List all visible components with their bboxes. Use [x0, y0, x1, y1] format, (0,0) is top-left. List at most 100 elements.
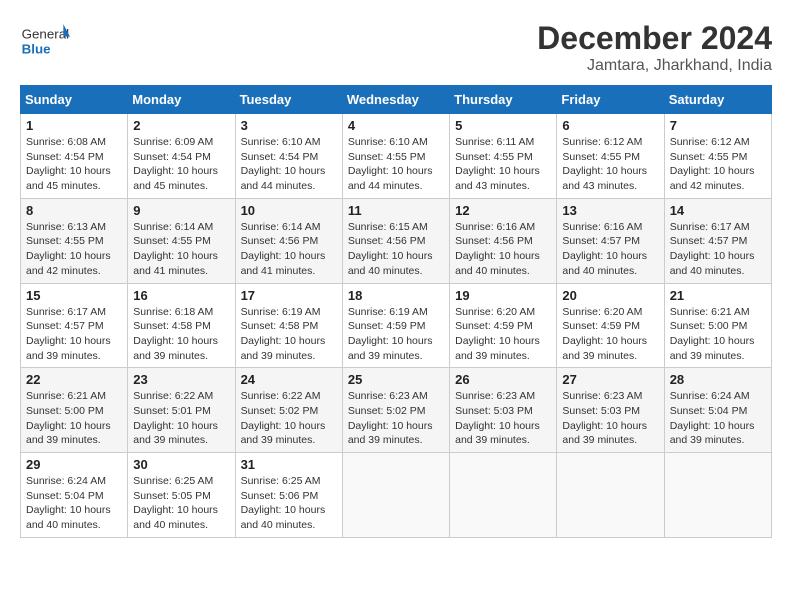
day-header-friday: Friday: [557, 86, 664, 114]
cell-details: Sunrise: 6:19 AMSunset: 4:58 PMDaylight:…: [241, 305, 337, 364]
day-number: 16: [133, 288, 229, 303]
calendar-cell: 14 Sunrise: 6:17 AMSunset: 4:57 PMDayligh…: [664, 198, 771, 283]
cell-details: Sunrise: 6:24 AMSunset: 5:04 PMDaylight:…: [26, 474, 122, 533]
cell-details: Sunrise: 6:18 AMSunset: 4:58 PMDaylight:…: [133, 305, 229, 364]
day-number: 1: [26, 118, 122, 133]
calendar-week-5: 29Sunrise: 6:24 AMSunset: 5:04 PMDayligh…: [21, 453, 772, 538]
day-number: 14: [670, 203, 766, 218]
calendar-cell: [450, 453, 557, 538]
calendar-cell: 1 Sunrise: 6:08 AMSunset: 4:54 PMDaylight…: [21, 114, 128, 199]
cell-details: Sunrise: 6:12 AMSunset: 4:55 PMDaylight:…: [670, 135, 766, 194]
cell-details: Sunrise: 6:20 AMSunset: 4:59 PMDaylight:…: [562, 305, 658, 364]
cell-details: Sunrise: 6:10 AMSunset: 4:54 PMDaylight:…: [241, 135, 337, 194]
day-number: 13: [562, 203, 658, 218]
cell-details: Sunrise: 6:14 AMSunset: 4:56 PMDaylight:…: [241, 220, 337, 279]
day-number: 11: [348, 203, 444, 218]
day-number: 23: [133, 372, 229, 387]
cell-details: Sunrise: 6:21 AMSunset: 5:00 PMDaylight:…: [26, 389, 122, 448]
day-number: 2: [133, 118, 229, 133]
calendar-cell: 18Sunrise: 6:19 AMSunset: 4:59 PMDayligh…: [342, 283, 449, 368]
cell-details: Sunrise: 6:10 AMSunset: 4:55 PMDaylight:…: [348, 135, 444, 194]
calendar-cell: 8 Sunrise: 6:13 AMSunset: 4:55 PMDaylight…: [21, 198, 128, 283]
logo: General Blue: [20, 20, 74, 60]
calendar-cell: 20 Sunrise: 6:20 AMSunset: 4:59 PMDayligh…: [557, 283, 664, 368]
calendar-cell: 23 Sunrise: 6:22 AMSunset: 5:01 PMDayligh…: [128, 368, 235, 453]
calendar-week-4: 22 Sunrise: 6:21 AMSunset: 5:00 PMDayligh…: [21, 368, 772, 453]
day-number: 7: [670, 118, 766, 133]
day-number: 8: [26, 203, 122, 218]
calendar-cell: 16 Sunrise: 6:18 AMSunset: 4:58 PMDayligh…: [128, 283, 235, 368]
day-header-thursday: Thursday: [450, 86, 557, 114]
calendar-cell: 19Sunrise: 6:20 AMSunset: 4:59 PMDayligh…: [450, 283, 557, 368]
svg-text:Blue: Blue: [22, 41, 51, 56]
cell-details: Sunrise: 6:23 AMSunset: 5:02 PMDaylight:…: [348, 389, 444, 448]
cell-details: Sunrise: 6:14 AMSunset: 4:55 PMDaylight:…: [133, 220, 229, 279]
calendar-cell: 5 Sunrise: 6:11 AMSunset: 4:55 PMDaylight…: [450, 114, 557, 199]
calendar-week-3: 15Sunrise: 6:17 AMSunset: 4:57 PMDayligh…: [21, 283, 772, 368]
page-header: General Blue December 2024 Jamtara, Jhar…: [20, 20, 772, 75]
cell-details: Sunrise: 6:16 AMSunset: 4:57 PMDaylight:…: [562, 220, 658, 279]
calendar-cell: 24Sunrise: 6:22 AMSunset: 5:02 PMDayligh…: [235, 368, 342, 453]
cell-details: Sunrise: 6:08 AMSunset: 4:54 PMDaylight:…: [26, 135, 122, 194]
day-number: 22: [26, 372, 122, 387]
calendar-cell: 4 Sunrise: 6:10 AMSunset: 4:55 PMDaylight…: [342, 114, 449, 199]
calendar-table: SundayMondayTuesdayWednesdayThursdayFrid…: [20, 85, 772, 538]
day-number: 25: [348, 372, 444, 387]
day-number: 20: [562, 288, 658, 303]
calendar-cell: 11Sunrise: 6:15 AMSunset: 4:56 PMDayligh…: [342, 198, 449, 283]
cell-details: Sunrise: 6:23 AMSunset: 5:03 PMDaylight:…: [562, 389, 658, 448]
day-number: 21: [670, 288, 766, 303]
cell-details: Sunrise: 6:21 AMSunset: 5:00 PMDaylight:…: [670, 305, 766, 364]
calendar-cell: 9 Sunrise: 6:14 AMSunset: 4:55 PMDaylight…: [128, 198, 235, 283]
day-header-saturday: Saturday: [664, 86, 771, 114]
calendar-cell: 10 Sunrise: 6:14 AMSunset: 4:56 PMDayligh…: [235, 198, 342, 283]
svg-text:General: General: [22, 26, 69, 41]
day-number: 6: [562, 118, 658, 133]
cell-details: Sunrise: 6:13 AMSunset: 4:55 PMDaylight:…: [26, 220, 122, 279]
calendar-week-2: 8 Sunrise: 6:13 AMSunset: 4:55 PMDaylight…: [21, 198, 772, 283]
cell-details: Sunrise: 6:25 AMSunset: 5:05 PMDaylight:…: [133, 474, 229, 533]
day-number: 26: [455, 372, 551, 387]
day-header-sunday: Sunday: [21, 86, 128, 114]
day-number: 3: [241, 118, 337, 133]
calendar-cell: 30 Sunrise: 6:25 AMSunset: 5:05 PMDayligh…: [128, 453, 235, 538]
day-number: 28: [670, 372, 766, 387]
calendar-cell: 7 Sunrise: 6:12 AMSunset: 4:55 PMDaylight…: [664, 114, 771, 199]
cell-details: Sunrise: 6:23 AMSunset: 5:03 PMDaylight:…: [455, 389, 551, 448]
cell-details: Sunrise: 6:19 AMSunset: 4:59 PMDaylight:…: [348, 305, 444, 364]
calendar-body: 1 Sunrise: 6:08 AMSunset: 4:54 PMDaylight…: [21, 114, 772, 538]
cell-details: Sunrise: 6:12 AMSunset: 4:55 PMDaylight:…: [562, 135, 658, 194]
calendar-cell: 25 Sunrise: 6:23 AMSunset: 5:02 PMDayligh…: [342, 368, 449, 453]
day-number: 24: [241, 372, 337, 387]
day-number: 31: [241, 457, 337, 472]
day-number: 19: [455, 288, 551, 303]
day-number: 10: [241, 203, 337, 218]
month-title: December 2024: [537, 20, 772, 57]
cell-details: Sunrise: 6:11 AMSunset: 4:55 PMDaylight:…: [455, 135, 551, 194]
day-number: 4: [348, 118, 444, 133]
calendar-week-1: 1 Sunrise: 6:08 AMSunset: 4:54 PMDaylight…: [21, 114, 772, 199]
logo-icon: General Blue: [20, 20, 70, 60]
calendar-cell: 28Sunrise: 6:24 AMSunset: 5:04 PMDayligh…: [664, 368, 771, 453]
location: Jamtara, Jharkhand, India: [537, 57, 772, 75]
day-header-wednesday: Wednesday: [342, 86, 449, 114]
cell-details: Sunrise: 6:17 AMSunset: 4:57 PMDaylight:…: [670, 220, 766, 279]
calendar-header-row: SundayMondayTuesdayWednesdayThursdayFrid…: [21, 86, 772, 114]
calendar-cell: 17 Sunrise: 6:19 AMSunset: 4:58 PMDayligh…: [235, 283, 342, 368]
calendar-cell: 6 Sunrise: 6:12 AMSunset: 4:55 PMDaylight…: [557, 114, 664, 199]
calendar-cell: 3 Sunrise: 6:10 AMSunset: 4:54 PMDaylight…: [235, 114, 342, 199]
day-number: 9: [133, 203, 229, 218]
calendar-cell: 26 Sunrise: 6:23 AMSunset: 5:03 PMDayligh…: [450, 368, 557, 453]
day-number: 5: [455, 118, 551, 133]
calendar-cell: 13 Sunrise: 6:16 AMSunset: 4:57 PMDayligh…: [557, 198, 664, 283]
calendar-cell: [664, 453, 771, 538]
day-header-tuesday: Tuesday: [235, 86, 342, 114]
day-header-monday: Monday: [128, 86, 235, 114]
calendar-cell: 21 Sunrise: 6:21 AMSunset: 5:00 PMDayligh…: [664, 283, 771, 368]
day-number: 30: [133, 457, 229, 472]
day-number: 17: [241, 288, 337, 303]
calendar-cell: 2Sunrise: 6:09 AMSunset: 4:54 PMDaylight…: [128, 114, 235, 199]
day-number: 15: [26, 288, 122, 303]
cell-details: Sunrise: 6:22 AMSunset: 5:01 PMDaylight:…: [133, 389, 229, 448]
cell-details: Sunrise: 6:25 AMSunset: 5:06 PMDaylight:…: [241, 474, 337, 533]
